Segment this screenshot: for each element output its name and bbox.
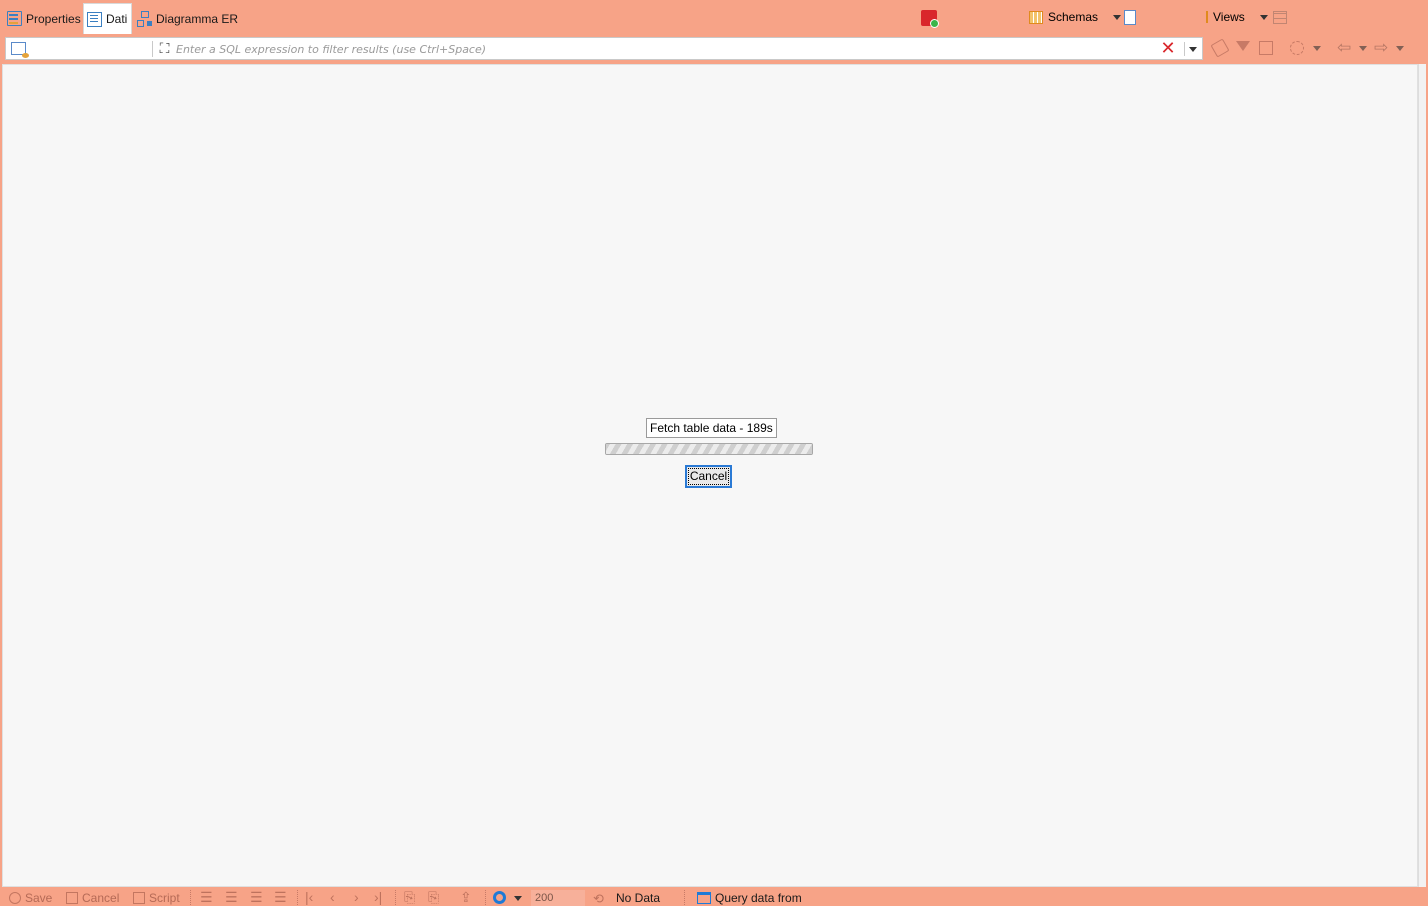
tab-dati-label: Dati (106, 12, 128, 26)
delete-row-icon[interactable]: ☰ (274, 889, 287, 906)
eraser-icon[interactable] (1210, 38, 1230, 58)
query-label: Query data from (715, 891, 802, 905)
first-page-icon[interactable]: |‹ (305, 889, 313, 905)
sql-filter-input[interactable] (176, 40, 1146, 58)
table-layout-icon[interactable] (1273, 11, 1287, 24)
next-page-icon[interactable]: › (354, 889, 359, 905)
query-icon (697, 892, 711, 904)
fetch-all-icon[interactable]: ⎘ (428, 889, 439, 906)
clear-filter-icon[interactable]: ✕ (1160, 39, 1176, 57)
cancel-fetch-label: Cancel (687, 468, 730, 485)
table-filter-icon[interactable] (11, 42, 29, 58)
chevron-down-icon[interactable] (1313, 46, 1321, 51)
data-grid-icon (87, 11, 102, 27)
forward-arrow-icon[interactable]: ⇨ (1374, 38, 1388, 58)
funnel-icon[interactable] (1236, 41, 1250, 51)
document-icon[interactable] (1124, 10, 1136, 25)
filter-bar: ⛶ ✕ (5, 37, 1203, 60)
filter-divider (152, 41, 153, 57)
separator (485, 890, 486, 905)
progress-fill (606, 444, 812, 454)
er-diagram-icon (137, 11, 152, 27)
tab-properties-label: Properties (26, 11, 81, 26)
filter-history-dropdown[interactable] (1184, 42, 1200, 56)
check-icon (9, 892, 21, 904)
chevron-down-icon (1259, 14, 1268, 20)
script-icon (133, 892, 145, 904)
schemas-label: Schemas (1048, 10, 1099, 24)
export-icon[interactable]: ⇪ (460, 889, 472, 906)
views-marker-icon (1206, 11, 1208, 23)
vertical-scrollbar[interactable] (1418, 64, 1426, 887)
save-label: Save (25, 891, 53, 905)
cancel-icon (66, 892, 78, 904)
expand-icon[interactable]: ⛶ (157, 41, 172, 56)
refresh-icon: ⟲ (593, 891, 604, 906)
views-label: Views (1213, 10, 1245, 24)
properties-icon (7, 11, 22, 26)
script-button[interactable]: Script (133, 891, 180, 905)
fetch-size-input[interactable]: 200 (531, 890, 585, 906)
tab-dati[interactable]: Dati (83, 3, 132, 34)
query-info[interactable]: Query data from (697, 891, 802, 905)
back-arrow-icon[interactable]: ⇦ (1337, 38, 1351, 58)
schema-icon (1029, 10, 1043, 24)
last-page-icon[interactable]: ›| (374, 889, 382, 905)
add-row-icon[interactable]: ☰ (225, 889, 238, 906)
chevron-down-icon (1113, 14, 1122, 20)
separator (395, 890, 396, 905)
views-dropdown[interactable]: Views (1206, 10, 1268, 24)
separator (190, 890, 191, 905)
chevron-down-icon[interactable] (514, 896, 522, 901)
editor-tab-bar: Properties Dati Diagramma ER Schemas Vie… (0, 0, 1428, 35)
status-text: No Data (616, 891, 661, 905)
cancel-changes-label: Cancel (82, 891, 120, 905)
tab-diagramma-er-label: Diagramma ER (156, 11, 239, 26)
progress-label: Fetch table data - 189s (646, 418, 777, 438)
chevron-down-icon[interactable] (1396, 46, 1404, 51)
progress-bar (605, 443, 813, 455)
chevron-down-icon[interactable] (1359, 46, 1367, 51)
copy-row-icon[interactable]: ☰ (250, 889, 263, 906)
filter-settings-icon[interactable] (1290, 41, 1304, 55)
schemas-dropdown[interactable]: Schemas (1029, 10, 1122, 24)
gear-icon[interactable] (493, 891, 506, 904)
save-filter-icon[interactable] (1259, 41, 1273, 55)
separator (297, 890, 298, 905)
previous-page-icon[interactable]: ‹ (330, 889, 335, 905)
script-label: Script (149, 891, 180, 905)
edit-row-icon[interactable]: ☰ (200, 889, 213, 906)
cancel-fetch-button[interactable]: Cancel (685, 465, 732, 488)
fetch-page-icon[interactable]: ⎘ (404, 889, 415, 906)
refresh-status[interactable]: ⟲ (593, 891, 604, 906)
tab-diagramma-er[interactable]: Diagramma ER (134, 3, 241, 34)
separator (684, 890, 685, 905)
cancel-changes-button[interactable]: Cancel (66, 891, 119, 905)
save-button[interactable]: Save (9, 891, 52, 905)
connection-status-icon[interactable] (921, 10, 939, 28)
chevron-down-icon (1188, 46, 1197, 52)
tab-properties[interactable]: Properties (4, 3, 84, 34)
